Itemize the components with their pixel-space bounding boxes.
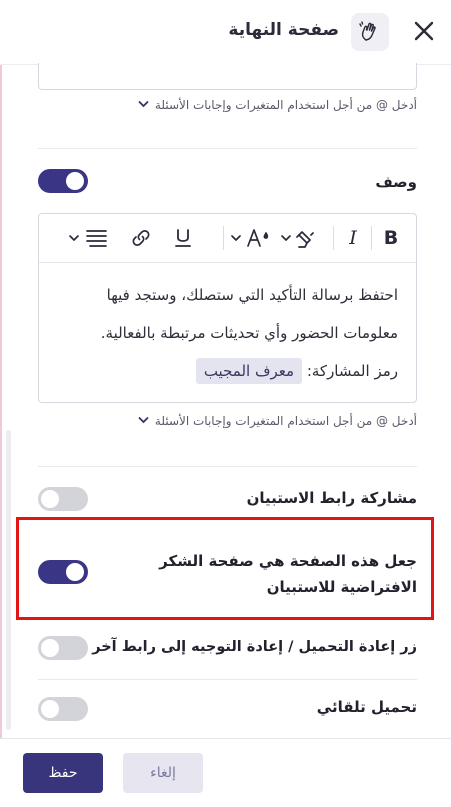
variables-hint[interactable]: أدخل @ من أجل استخدام المتغيرات وإجابات …	[138, 414, 417, 428]
code-label: رمز المشاركة:	[306, 362, 398, 380]
editor-line: رمز المشاركة: معرف المجيب	[51, 352, 398, 390]
default-thankyou-toggle[interactable]	[38, 560, 88, 584]
auto-load-label: تحميل تلقائي	[316, 698, 417, 716]
default-thankyou-label: جعل هذه الصفحة هي صفحة الشكر الافتراضية …	[159, 548, 417, 600]
hint-text: أدخل @ من أجل استخدام المتغيرات وإجابات …	[154, 98, 417, 112]
section-divider	[38, 148, 417, 149]
toolbar-separator	[333, 226, 334, 250]
auto-load-toggle[interactable]	[38, 697, 88, 721]
reload-redirect-label: زر إعادة التحميل / إعادة التوجيه إلى راب…	[92, 639, 417, 655]
rich-text-editor[interactable]: B I احتفظ برسالة التأكيد التي ستصلك، وست…	[38, 213, 417, 403]
respondent-id-chip[interactable]: معرف المجيب	[195, 358, 303, 384]
section-divider	[38, 466, 417, 467]
reload-redirect-toggle[interactable]	[38, 636, 88, 660]
editor-content: احتفظ برسالة التأكيد التي ستصلك، وستجد ف…	[51, 276, 398, 390]
font-size-icon[interactable]	[230, 226, 278, 250]
editor-line: احتفظ برسالة التأكيد التي ستصلك، وستجد ف…	[106, 286, 398, 304]
panel-header: صفحة النهاية	[0, 0, 451, 65]
section-divider	[38, 679, 417, 680]
label-line: جعل هذه الصفحة هي صفحة الشكر	[159, 552, 417, 570]
page-edge	[0, 0, 2, 806]
editor-line: معلومات الحضور وأي تحديثات مرتبطة بالفعا…	[100, 324, 398, 342]
toolbar-separator	[223, 226, 224, 250]
hint-text: أدخل @ من أجل استخدام المتغيرات وإجابات …	[154, 414, 417, 428]
description-toggle[interactable]	[38, 169, 88, 193]
panel-footer: حفظ إلغاء	[0, 738, 451, 807]
align-icon[interactable]	[68, 226, 114, 250]
waving-hand-icon	[351, 13, 389, 51]
close-icon[interactable]	[413, 20, 435, 42]
previous-textarea[interactable]	[38, 63, 417, 90]
link-icon[interactable]	[130, 226, 152, 250]
chevron-down-icon	[138, 416, 149, 427]
save-button[interactable]: حفظ	[23, 753, 103, 793]
underline-icon[interactable]	[172, 226, 194, 250]
label-line: الافتراضية للاستبيان	[266, 578, 417, 596]
editor-toolbar: B I	[39, 214, 416, 263]
description-label: وصف	[375, 173, 417, 191]
cancel-button[interactable]: إلغاء	[123, 753, 203, 793]
page-title: صفحة النهاية	[228, 20, 339, 40]
chevron-down-icon	[138, 100, 149, 111]
share-link-toggle[interactable]	[38, 487, 88, 511]
italic-icon[interactable]: I	[342, 226, 364, 250]
share-link-label: مشاركة رابط الاستبيان	[246, 489, 417, 507]
highlight-color-icon[interactable]	[280, 226, 324, 250]
toolbar-separator	[371, 226, 372, 250]
variables-hint[interactable]: أدخل @ من أجل استخدام المتغيرات وإجابات …	[138, 98, 417, 112]
scrollbar[interactable]	[6, 430, 11, 730]
bold-icon[interactable]: B	[380, 226, 402, 250]
